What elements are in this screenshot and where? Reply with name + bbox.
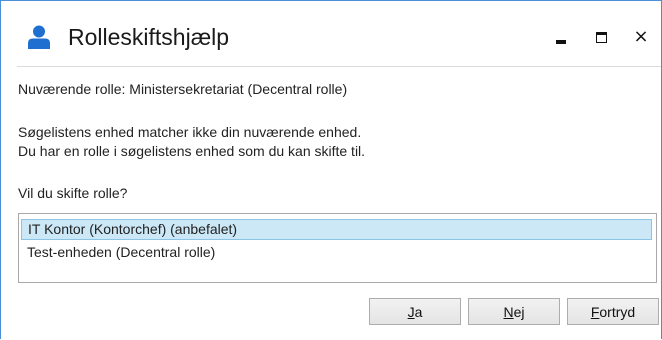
close-button[interactable]: × xyxy=(627,23,655,51)
user-icon xyxy=(28,25,50,49)
message-line-2: Du har en rolle i søgelistens enhed som … xyxy=(18,143,366,159)
no-button[interactable]: Nej xyxy=(468,298,560,325)
message-line-1: Søgelistens enhed matcher ikke din nuvær… xyxy=(18,124,362,140)
window-title: Rolleskiftshjælp xyxy=(68,24,230,50)
maximize-icon xyxy=(595,31,607,43)
role-option-test-enheden[interactable]: Test-enheden (Decentral rolle) xyxy=(21,242,652,263)
title-divider xyxy=(17,66,661,67)
title-bar[interactable]: Rolleskiftshjælp × xyxy=(1,1,661,65)
cancel-button-label: Fortryd xyxy=(590,303,636,320)
maximize-button[interactable] xyxy=(587,23,615,51)
role-switch-dialog: Rolleskiftshjælp × Nuværende rolle: Mini… xyxy=(0,0,662,339)
current-role-text: Nuværende rolle: Ministersekretariat (De… xyxy=(18,81,348,97)
close-icon: × xyxy=(633,26,649,47)
role-option-it-kontor[interactable]: IT Kontor (Kontorchef) (anbefalet) xyxy=(21,219,652,240)
role-listbox[interactable]: IT Kontor (Kontorchef) (anbefalet) Test-… xyxy=(18,213,657,283)
no-button-label: Nej xyxy=(503,303,525,320)
cancel-button[interactable]: Fortryd xyxy=(567,298,659,325)
yes-button[interactable]: Ja xyxy=(369,298,461,325)
minimize-icon xyxy=(556,40,566,44)
yes-button-label: Ja xyxy=(407,303,423,320)
minimize-button[interactable] xyxy=(547,23,575,51)
question-text: Vil du skifte rolle? xyxy=(18,185,128,201)
